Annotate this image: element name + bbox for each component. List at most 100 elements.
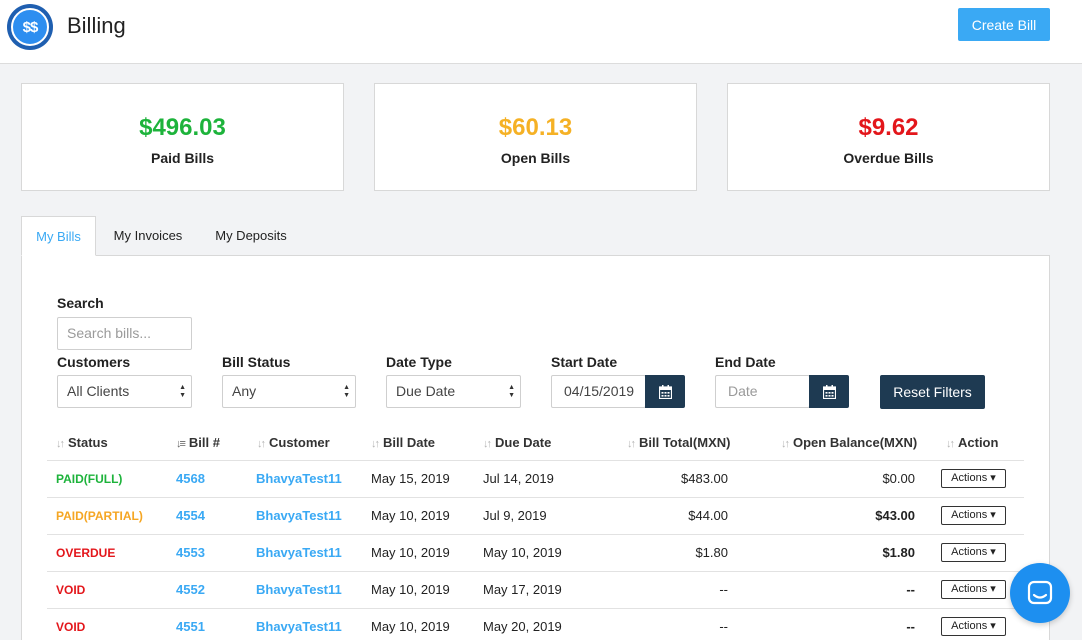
header-bill-total[interactable]: ↓↑ Bill Total(MXN) xyxy=(627,434,730,452)
header-customer[interactable]: ↓↑ Customer xyxy=(257,434,330,452)
header-action-label: Action xyxy=(958,435,999,450)
row-bill-total: $44.00 xyxy=(688,508,728,523)
date-type-select-value: Due Date xyxy=(396,383,456,399)
app-header: $$ Billing Create Bill xyxy=(0,0,1082,64)
row-divider xyxy=(47,571,1024,572)
caret-down-icon: ▾ xyxy=(990,472,996,484)
row-due-date: May 10, 2019 xyxy=(483,545,562,560)
row-bill-number-link[interactable]: 4552 xyxy=(176,581,205,599)
row-actions-button[interactable]: Actions ▾ xyxy=(941,469,1006,488)
row-customer-link[interactable]: BhavyaTest11 xyxy=(256,581,342,599)
row-divider xyxy=(47,534,1024,535)
date-type-select[interactable]: Due Date ▲ ▼ xyxy=(386,375,521,408)
paid-bills-amount: $496.03 xyxy=(139,114,226,141)
chat-launcher-button[interactable] xyxy=(1010,563,1070,623)
row-actions-button[interactable]: Actions ▾ xyxy=(941,543,1006,562)
header-bill-date[interactable]: ↓↑ Bill Date xyxy=(371,434,435,452)
end-date-input[interactable]: Date xyxy=(715,375,810,408)
chat-icon xyxy=(1027,580,1053,605)
row-bill-number-link[interactable]: 4554 xyxy=(176,507,205,525)
row-due-date: May 20, 2019 xyxy=(483,619,562,634)
actions-label: Actions xyxy=(951,472,988,484)
row-open-balance: -- xyxy=(906,619,915,634)
tab-my-bills[interactable]: My Bills xyxy=(21,216,96,256)
row-status: VOID xyxy=(56,583,86,597)
row-status: OVERDUE xyxy=(56,546,116,560)
row-open-balance: $43.00 xyxy=(875,508,915,523)
row-customer-link[interactable]: BhavyaTest11 xyxy=(256,544,342,562)
header-open-balance[interactable]: ↓↑ Open Balance(MXN) xyxy=(781,434,917,452)
row-bill-date: May 15, 2019 xyxy=(371,471,450,486)
overdue-bills-card: $9.62 Overdue Bills xyxy=(727,83,1050,191)
row-bill-total: -- xyxy=(719,619,728,634)
row-customer-link[interactable]: BhavyaTest11 xyxy=(256,618,342,636)
paid-bills-label: Paid Bills xyxy=(150,150,215,166)
row-bill-date: May 10, 2019 xyxy=(371,582,450,597)
header-bill-date-label: Bill Date xyxy=(383,435,436,450)
create-bill-button[interactable]: Create Bill xyxy=(958,8,1050,41)
row-open-balance: $0.00 xyxy=(882,471,915,486)
end-date-label: End Date xyxy=(715,354,776,370)
row-actions-button[interactable]: Actions ▾ xyxy=(941,617,1006,636)
billing-logo-icon: $$ xyxy=(7,4,53,50)
row-divider xyxy=(47,608,1024,609)
caret-down-icon: ▾ xyxy=(990,583,996,595)
search-input[interactable]: Search bills... xyxy=(57,317,192,350)
open-bills-label: Open Bills xyxy=(500,150,571,166)
end-date-calendar-button[interactable] xyxy=(809,375,849,408)
sort-icon: ↓↑ xyxy=(257,438,266,450)
overdue-bills-amount: $9.62 xyxy=(858,114,919,141)
actions-label: Actions xyxy=(951,546,988,558)
row-status: VOID xyxy=(56,620,86,634)
sort-icon: ↓↑ xyxy=(946,438,955,450)
row-bill-total: -- xyxy=(719,582,728,597)
row-bill-date: May 10, 2019 xyxy=(371,619,450,634)
search-label: Search xyxy=(57,295,104,311)
header-due-date[interactable]: ↓↑ Due Date xyxy=(483,434,551,452)
row-due-date: Jul 14, 2019 xyxy=(483,471,554,486)
customers-select[interactable]: All Clients ▲ ▼ xyxy=(57,375,192,408)
row-due-date: Jul 9, 2019 xyxy=(483,508,547,523)
row-bill-date: May 10, 2019 xyxy=(371,545,450,560)
select-arrows-icon: ▲ ▼ xyxy=(508,384,515,399)
bill-status-label: Bill Status xyxy=(222,354,291,370)
row-bill-number-link[interactable]: 4553 xyxy=(176,544,205,562)
header-action[interactable]: ↓↑ Action xyxy=(946,434,998,452)
header-status[interactable]: ↓↑ Status xyxy=(56,434,108,452)
start-date-input[interactable]: 04/15/2019 xyxy=(551,375,646,408)
open-bills-amount: $60.13 xyxy=(498,114,573,141)
header-open-balance-label: Open Balance(MXN) xyxy=(793,435,918,450)
customers-label: Customers xyxy=(57,354,131,370)
header-status-label: Status xyxy=(68,435,108,450)
row-bill-number-link[interactable]: 4568 xyxy=(176,470,205,488)
row-due-date: May 17, 2019 xyxy=(483,582,562,597)
header-bill-total-label: Bill Total(MXN) xyxy=(639,435,731,450)
header-bill-number-label: Bill # xyxy=(188,435,220,450)
row-status: PAID(PARTIAL) xyxy=(56,509,143,523)
actions-label: Actions xyxy=(951,509,988,521)
bill-status-select[interactable]: Any ▲ ▼ xyxy=(222,375,356,408)
header-bill-number[interactable]: ↓≡ Bill # xyxy=(176,434,220,452)
header-customer-label: Customer xyxy=(269,435,330,450)
reset-filters-button[interactable]: Reset Filters xyxy=(880,375,985,409)
row-actions-button[interactable]: Actions ▾ xyxy=(941,506,1006,525)
row-divider xyxy=(47,497,1024,498)
header-due-date-label: Due Date xyxy=(495,435,552,450)
start-date-calendar-button[interactable] xyxy=(645,375,685,408)
row-bill-number-link[interactable]: 4551 xyxy=(176,618,205,636)
row-customer-link[interactable]: BhavyaTest11 xyxy=(256,470,342,488)
calendar-icon xyxy=(822,384,836,399)
tab-my-deposits[interactable]: My Deposits xyxy=(206,216,296,256)
row-open-balance: -- xyxy=(906,582,915,597)
row-actions-button[interactable]: Actions ▾ xyxy=(941,580,1006,599)
row-bill-total: $1.80 xyxy=(695,545,728,560)
sort-icon: ↓↑ xyxy=(483,438,492,450)
row-customer-link[interactable]: BhavyaTest11 xyxy=(256,507,342,525)
row-divider xyxy=(47,460,1024,461)
tab-my-invoices[interactable]: My Invoices xyxy=(103,216,193,256)
actions-label: Actions xyxy=(951,583,988,595)
caret-down-icon: ▾ xyxy=(990,620,996,632)
open-bills-card: $60.13 Open Bills xyxy=(374,83,697,191)
caret-down-icon: ▾ xyxy=(990,546,996,558)
customers-select-value: All Clients xyxy=(67,383,130,399)
